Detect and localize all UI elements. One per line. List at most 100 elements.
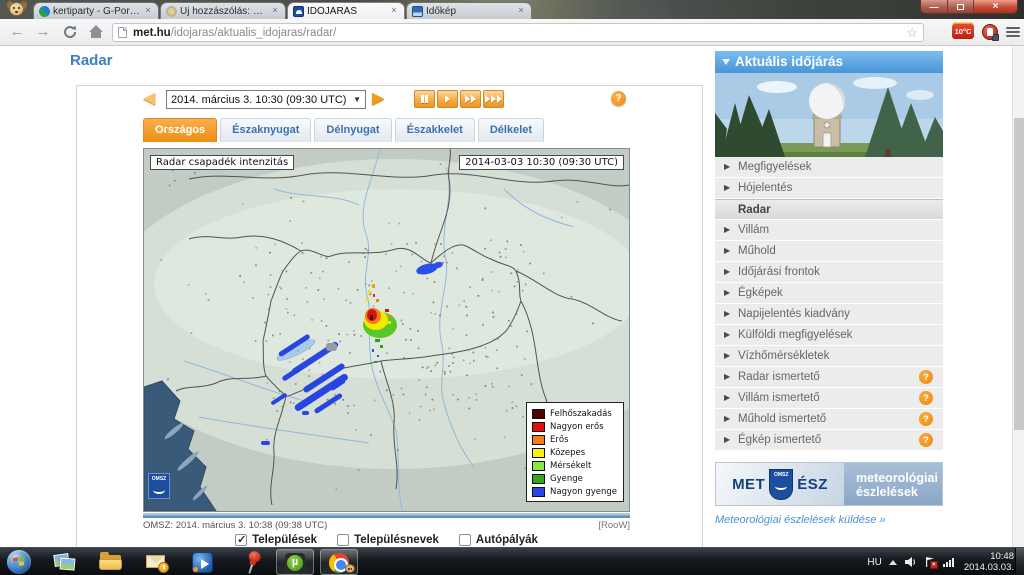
region-tab[interactable]: Északnyugat [220, 118, 311, 142]
bookmark-star-icon[interactable]: ☆ [906, 24, 918, 41]
browser-titlebar: kertiparty - G-Portál × Új hozzászólás: … [0, 0, 1024, 19]
sidebar-item-label: Műhold ismertető [738, 413, 826, 425]
scrollbar-thumb[interactable] [1014, 118, 1024, 430]
language-indicator[interactable]: HU [867, 557, 881, 568]
mail-icon[interactable] [144, 550, 170, 574]
tab-title: Időkép [423, 6, 516, 17]
browser-tab[interactable]: Időkép × [406, 2, 532, 19]
help-badge-icon[interactable]: ? [919, 433, 933, 447]
play-control-button[interactable] [437, 90, 458, 108]
layer-toggles: Települések Településnevek Autópályák [143, 534, 630, 546]
help-icon[interactable]: ? [611, 91, 626, 106]
extension-badge [992, 34, 999, 41]
sidebar-menu-item[interactable]: ▶ Külföldi megfigyelések [715, 325, 943, 345]
chevron-right-icon: ▶ [724, 388, 730, 408]
sidebar-menu-item[interactable]: ▶ Megfigyelések [715, 157, 943, 177]
sidebar-item-label: Napijelentés kiadvány [738, 308, 850, 320]
sidebar-menu-item[interactable]: ▶ Égképek [715, 283, 943, 303]
weather-extension-icon[interactable]: 10°C [952, 24, 974, 39]
metesz-banner[interactable]: MET OMSZ ÉSZ meteorológiai észlelések [715, 462, 943, 506]
tab-close-icon[interactable]: × [389, 6, 399, 16]
minimize-button[interactable]: — [921, 0, 948, 13]
sidebar-menu-item[interactable]: ▶ Műhold [715, 241, 943, 261]
photo-viewer-icon[interactable] [52, 550, 78, 574]
sidebar-menu-item[interactable]: ▶ Műhold ismertető ? [715, 409, 943, 429]
sidebar-header[interactable]: Aktuális időjárás [715, 51, 943, 73]
chevron-down-icon: ▼ [353, 95, 361, 104]
network-signal-icon[interactable] [943, 557, 954, 567]
browser-tab[interactable]: IDŐJÁRÁS × [287, 2, 405, 19]
sidebar-menu-item[interactable]: ▶ Időjárási frontok [715, 262, 943, 282]
page-scrollbar[interactable] [1012, 46, 1024, 547]
play-control-button[interactable] [414, 90, 435, 108]
media-player-icon[interactable] [190, 550, 216, 574]
utorrent-taskbar-button[interactable]: µ [276, 549, 314, 575]
chrome-menu-icon[interactable] [1006, 24, 1020, 40]
region-tab[interactable]: Délkelet [478, 118, 544, 142]
avatar-eye [18, 7, 20, 9]
tab-title: Új hozzászólás: Meteoroló [177, 6, 270, 17]
layer-toggle[interactable]: Autópályák [459, 534, 538, 546]
blocker-extension-icon[interactable] [982, 24, 998, 40]
animation-controls [414, 90, 504, 108]
map-timestamp-label: 2014-03-03 10:30 (09:30 UTC) [459, 155, 624, 170]
start-button[interactable] [7, 550, 31, 574]
sidebar-menu-item[interactable]: ▶ Villám ismertető ? [715, 388, 943, 408]
sidebar-menu-item[interactable]: ▶ Radar ismertető ? [715, 367, 943, 387]
play-control-button[interactable] [483, 90, 504, 108]
maximize-button[interactable] [948, 0, 974, 13]
previous-frame-arrow-icon[interactable]: ◀ [143, 91, 155, 107]
metesz-banner-left: MET OMSZ ÉSZ [716, 463, 844, 505]
banner-met-text: MET [732, 476, 765, 493]
sidebar-menu-item[interactable]: ▶ Égkép ismertető ? [715, 430, 943, 450]
system-tray: HU × 10:48 2014.03.03. [867, 548, 1014, 575]
next-frame-arrow-icon[interactable]: ▶ [372, 91, 384, 107]
layer-toggle[interactable]: Települések [235, 534, 317, 546]
chevron-right-icon: ▶ [724, 283, 730, 303]
datetime-select[interactable]: 2014. március 3. 10:30 (09:30 UTC) ▼ [166, 90, 366, 109]
region-tab[interactable]: Országos [143, 118, 217, 142]
tab-close-icon[interactable]: × [270, 6, 280, 16]
checkbox[interactable] [459, 534, 471, 546]
volume-icon[interactable] [904, 556, 917, 568]
clock[interactable]: 10:48 2014.03.03. [964, 551, 1014, 573]
profile-dog-avatar-icon[interactable] [6, 1, 28, 18]
reload-button[interactable] [62, 24, 78, 40]
sidebar-item-label: Vízhőmérsékletek [738, 350, 829, 362]
address-bar[interactable]: met.hu/idojaras/aktualis_idojaras/radar/… [112, 23, 924, 42]
show-desktop-button[interactable] [1015, 548, 1024, 575]
sidebar-menu-item[interactable]: ▶ Hójelentés [715, 178, 943, 198]
region-tab[interactable]: Délnyugat [314, 118, 391, 142]
tab-close-icon[interactable]: × [143, 6, 153, 16]
sidebar-menu-item[interactable]: ▶ Vízhőmérsékletek [715, 346, 943, 366]
forward-button[interactable]: → [32, 22, 54, 42]
tab-title: kertiparty - G-Portál [50, 6, 143, 17]
browser-tab[interactable]: kertiparty - G-Portál × [33, 2, 159, 19]
hidden-icons-chevron[interactable] [889, 560, 897, 565]
chrome-taskbar-button[interactable] [320, 549, 358, 575]
close-button[interactable]: × [974, 0, 1017, 13]
play-control-button[interactable] [460, 90, 481, 108]
chevron-right-icon: ▶ [724, 157, 730, 177]
home-button[interactable] [88, 24, 104, 40]
sidebar-menu-item[interactable]: ▶ Villám [715, 220, 943, 240]
checkbox[interactable] [337, 534, 349, 546]
help-badge-icon[interactable]: ? [919, 412, 933, 426]
back-button[interactable]: ← [6, 22, 28, 42]
checkbox[interactable] [235, 534, 247, 546]
sidebar-menu-item[interactable]: ▶ Radar [715, 199, 943, 219]
legend-row: Nagyon gyenge [532, 485, 617, 498]
help-badge-icon[interactable]: ? [919, 370, 933, 384]
pushpin-icon[interactable] [237, 547, 269, 575]
action-center-flag-icon[interactable]: × [924, 556, 936, 568]
tab-close-icon[interactable]: × [516, 6, 526, 16]
layer-toggle[interactable]: Településnevek [337, 534, 439, 546]
timeline-bar[interactable] [143, 513, 630, 518]
region-tab[interactable]: Északkelet [395, 118, 475, 142]
screen: kertiparty - G-Portál × Új hozzászólás: … [0, 0, 1024, 575]
browser-tab[interactable]: Új hozzászólás: Meteoroló × [160, 2, 286, 19]
sidebar-menu-item[interactable]: ▶ Napijelentés kiadvány [715, 304, 943, 324]
observations-link[interactable]: Meteorológiai észlelések küldése » [715, 514, 943, 526]
file-explorer-icon[interactable] [98, 550, 124, 574]
help-badge-icon[interactable]: ? [919, 391, 933, 405]
